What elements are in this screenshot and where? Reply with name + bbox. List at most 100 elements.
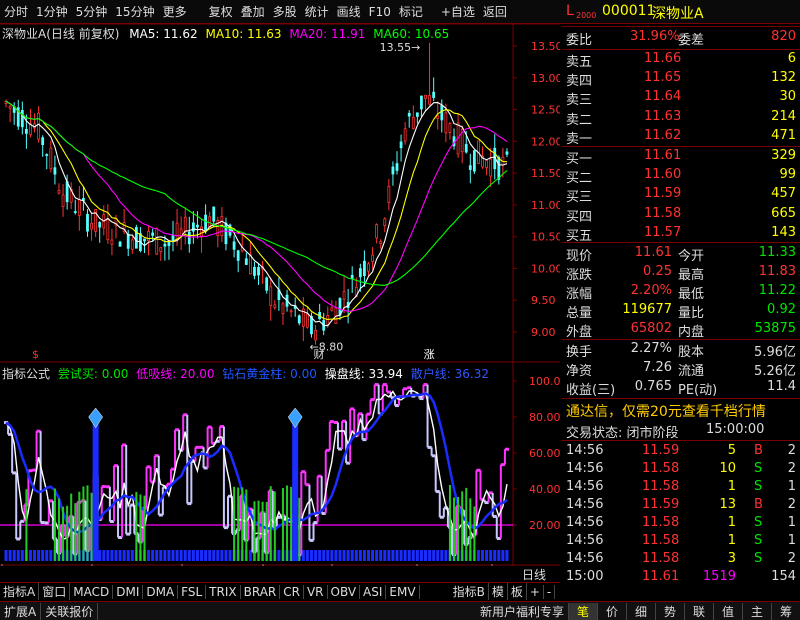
- bid-row-0[interactable]: 买一 11.61 329: [562, 148, 800, 167]
- ask-volume: 471: [771, 127, 796, 143]
- toolbar-item-8[interactable]: 统计: [301, 3, 333, 20]
- stock-code: 000011: [602, 3, 656, 19]
- indicator-tab-10[interactable]: OBV: [328, 584, 361, 599]
- quote-tab-7[interactable]: 筹: [771, 602, 800, 620]
- tick-side: B: [754, 443, 763, 458]
- tick-time: 14:56: [566, 479, 604, 494]
- indicator-tab-6[interactable]: TRIX: [206, 584, 241, 599]
- quote-tab-0[interactable]: 笔: [568, 602, 597, 620]
- quote-tab-2[interactable]: 细: [626, 602, 655, 620]
- price-tick-label: 11.50: [531, 167, 560, 180]
- quote-tab-5[interactable]: 值: [713, 602, 742, 620]
- bid-price: 11.61: [644, 148, 682, 163]
- candle-body: [269, 286, 273, 306]
- tick-volume: 5: [727, 443, 736, 458]
- quote-tab-1[interactable]: 价: [597, 602, 626, 620]
- bid-row-1[interactable]: 买二 11.60 99: [562, 167, 800, 186]
- toolbar-item-5[interactable]: 复权: [205, 3, 237, 20]
- candle-body: [411, 116, 415, 129]
- candle-body: [155, 228, 159, 255]
- candle-body: [505, 151, 509, 155]
- toolbar-item-13[interactable]: 返回: [479, 3, 511, 20]
- ask-volume: 132: [771, 70, 796, 86]
- toolbar-item-1[interactable]: 1分钟: [32, 3, 72, 20]
- ask-volume: 30: [779, 89, 796, 105]
- operation-line: [5, 390, 508, 542]
- kline-chart[interactable]: 13.50 13.00 12.50 12.00 11.50 11.00 10.50 10.00…: [0, 24, 560, 566]
- status-left-0[interactable]: 扩展A: [0, 602, 42, 620]
- indicator-tab-14[interactable]: 指标B: [450, 583, 489, 600]
- stat-value: 2.20%: [630, 283, 672, 298]
- ask-row-4[interactable]: 卖一 11.62 471: [562, 128, 800, 147]
- stat-label: 涨幅: [566, 287, 593, 302]
- bid-row-4[interactable]: 买五 11.57 143: [562, 225, 800, 244]
- indicator-tab-2[interactable]: MACD: [70, 584, 114, 599]
- toolbar-item-12[interactable]: +自选: [437, 3, 479, 20]
- quote-header: L 2000 000011 深物业A: [562, 3, 800, 25]
- indicator-tab-16[interactable]: 板: [508, 583, 527, 600]
- status-left-1[interactable]: 关联报价: [41, 602, 99, 620]
- quote-tab-3[interactable]: 势: [655, 602, 684, 620]
- bid-row-3[interactable]: 买四 11.58 665: [562, 206, 800, 225]
- period-label[interactable]: 日线: [522, 566, 546, 583]
- toolbar-item-6[interactable]: 叠加: [237, 3, 269, 20]
- candle-body: [472, 150, 476, 172]
- indicator-tab-0[interactable]: 指标A: [0, 583, 40, 600]
- indicator-formula-label[interactable]: 指标公式: [2, 367, 50, 381]
- indicator-tick-label: 20.00: [529, 519, 560, 532]
- ask-price: 11.65: [644, 70, 682, 86]
- quote-tab-6[interactable]: 主: [742, 602, 771, 620]
- toolbar-item-9[interactable]: 画线: [333, 3, 365, 20]
- indicator-tab-11[interactable]: ASI: [360, 584, 387, 599]
- toolbar-item-2[interactable]: 5分钟: [72, 3, 112, 20]
- stat-value: 0.25: [643, 264, 672, 279]
- indicator-tab-17[interactable]: +: [527, 584, 544, 599]
- candle-body: [395, 163, 399, 171]
- promo-row[interactable]: 通达信，仅需20元查看千档行情: [562, 401, 800, 421]
- toolbar-item-4[interactable]: 更多: [159, 3, 191, 20]
- indicator-tab-8[interactable]: CR: [280, 584, 304, 599]
- stat-value: 65802: [630, 321, 672, 336]
- tick-price: 11.58: [642, 479, 680, 494]
- candle-body: [350, 274, 354, 279]
- ask-row-2[interactable]: 卖三 11.64 30: [562, 89, 800, 108]
- toolbar-item-10[interactable]: F10: [365, 5, 395, 19]
- ask-row-3[interactable]: 卖二 11.63 214: [562, 109, 800, 128]
- indicator-tab-7[interactable]: BRAR: [241, 584, 281, 599]
- quote-tab-4[interactable]: 联: [684, 602, 713, 620]
- newuser-promo[interactable]: 新用户福利专享: [476, 603, 568, 620]
- toolbar-item-11[interactable]: 标记: [395, 3, 427, 20]
- bid-volume: 457: [771, 186, 796, 202]
- stock-name: 深物业A: [652, 6, 704, 22]
- indicator-tab-9[interactable]: VR: [304, 584, 328, 599]
- tick-time: 14:56: [566, 443, 604, 458]
- tick-row-5: 14:56 11.58 1 S 1: [562, 533, 800, 552]
- toolbar-item-0[interactable]: 分时: [0, 3, 32, 20]
- tick-count: 2: [787, 443, 796, 458]
- indicator-tab-3[interactable]: DMI: [113, 584, 144, 599]
- candle-body: [314, 329, 317, 341]
- indicator-tab-15[interactable]: 模: [489, 583, 508, 600]
- ma60-label: MA60: 10.65: [373, 27, 450, 41]
- diamond-gold-column: [292, 424, 299, 561]
- indicator-tick-label: 80.00: [529, 411, 560, 424]
- candle-body: [440, 105, 444, 121]
- ask-row-0[interactable]: 卖五 11.66 6: [562, 51, 800, 70]
- tick-count: 154: [771, 569, 796, 584]
- tick-side: S: [754, 461, 763, 476]
- ask-row-1[interactable]: 卖四 11.65 132: [562, 70, 800, 89]
- indicator-tab-12[interactable]: EMV: [386, 584, 420, 599]
- candle-body: [187, 231, 191, 245]
- bid-label: 买三: [566, 190, 593, 206]
- toolbar-item-7[interactable]: 多股: [269, 3, 301, 20]
- indicator-tab-4[interactable]: DMA: [143, 584, 179, 599]
- candle-body: [248, 254, 252, 275]
- ma10-label: MA10: 11.63: [205, 27, 282, 41]
- indicator-tab-18[interactable]: -: [544, 584, 556, 599]
- indicator-tab-1[interactable]: 窗口: [39, 583, 71, 600]
- candle-body: [448, 123, 452, 133]
- promo-text[interactable]: 通达信，仅需20元查看千档行情: [566, 401, 766, 421]
- bid-row-2[interactable]: 买三 11.59 457: [562, 186, 800, 205]
- indicator-tab-5[interactable]: FSL: [178, 584, 207, 599]
- toolbar-item-3[interactable]: 15分钟: [111, 3, 158, 20]
